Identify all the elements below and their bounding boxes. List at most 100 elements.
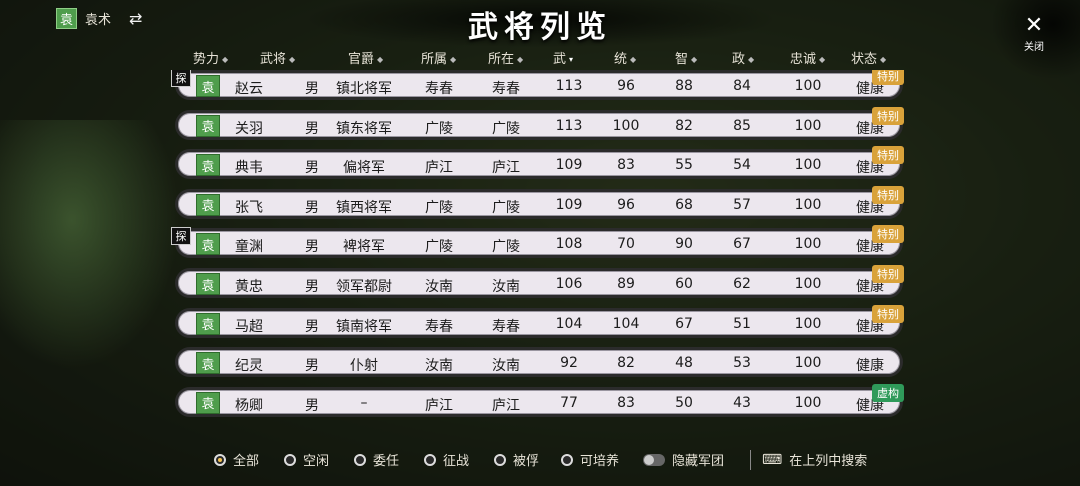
filter-option[interactable]: 征战 xyxy=(424,450,469,469)
stat-loyalty: 100 xyxy=(794,355,822,372)
special-tag: 特别 xyxy=(872,225,904,244)
faction-badge: 袁 xyxy=(196,114,220,137)
location: 汝南 xyxy=(492,358,520,375)
column-header[interactable]: 所在 ◆ xyxy=(488,48,523,67)
general-row[interactable]: 袁黄忠男领军都尉 汝南 汝南 106 89 60 62 100 健康 特别 xyxy=(175,265,904,298)
stat-lead: 89 xyxy=(617,276,635,292)
column-headers: 势力 ◆ 武将 ◆ 官爵 ◆ 所属 ◆ 所在 ◆ 武 ▾ 统 ◆ 智 ◆ 政 ◆ 忠诚 ◆ 状态 ◆ xyxy=(0,48,1080,68)
general-name: 典韦 xyxy=(235,160,263,177)
filter-label: 被俘 xyxy=(513,454,540,469)
faction-badge: 袁 xyxy=(196,154,220,177)
faction-badge: 袁 xyxy=(196,75,220,97)
gender: 男 xyxy=(305,160,319,177)
general-list[interactable]: 袁赵云男镇北将军 寿春 寿春 113 96 88 84 100 健康 特别探袁关羽男镇东将军 广陵广… xyxy=(0,70,1080,440)
special-tag: 特别 xyxy=(872,265,904,283)
radio-button[interactable] xyxy=(214,453,226,466)
column-header-label: 政 xyxy=(732,52,746,67)
toggle-switch[interactable] xyxy=(643,453,665,466)
stat-loyalty: 100 xyxy=(794,315,822,332)
general-row[interactable]: 袁童渊男裨将军 广陵 广陵 108 70 90 67 100 健康 特别探 xyxy=(171,225,904,259)
filter-option[interactable]: 空闲 xyxy=(284,450,329,469)
gender: 男 xyxy=(305,397,319,414)
filter-label: 全部 xyxy=(233,454,260,469)
hide-army-toggle[interactable]: 隐藏军团 xyxy=(643,450,724,469)
column-header-label: 官爵 xyxy=(348,52,375,67)
column-header[interactable]: 武将 ◆ xyxy=(260,48,295,67)
stat-war: 108 xyxy=(555,236,583,253)
general-row[interactable]: 袁赵云男镇北将军 寿春 寿春 113 96 88 84 100 健康 特别探 xyxy=(171,70,904,100)
radio-button[interactable] xyxy=(494,453,506,466)
location: 寿春 xyxy=(492,81,520,97)
stat-lead: 100 xyxy=(612,117,640,134)
rank: 镇西将军 xyxy=(336,199,392,216)
stat-intel: 90 xyxy=(675,236,693,253)
stat-intel: 82 xyxy=(675,117,693,134)
faction-badge: 袁 xyxy=(196,352,220,375)
filter-label: 空闲 xyxy=(303,454,330,469)
radio-button[interactable] xyxy=(354,453,366,466)
column-header[interactable]: 统 ◆ xyxy=(614,48,636,67)
general-name: 关羽 xyxy=(235,120,263,137)
stat-loyalty: 100 xyxy=(794,117,822,134)
rank: 镇东将军 xyxy=(336,120,392,137)
status: 健康 xyxy=(856,358,884,375)
radio-button[interactable] xyxy=(561,453,573,466)
filter-option[interactable]: 被俘 xyxy=(494,450,539,469)
column-header[interactable]: 状态 ◆ xyxy=(851,48,886,67)
special-tag: 特别 xyxy=(872,304,904,323)
stat-war: 106 xyxy=(555,276,583,292)
column-header[interactable]: 智 ◆ xyxy=(675,48,697,67)
location: 庐江 xyxy=(492,160,520,177)
gender: 男 xyxy=(305,279,319,295)
column-header-label: 所在 xyxy=(488,52,515,67)
stat-politics: 53 xyxy=(733,355,751,372)
general-row[interactable]: 袁关羽男镇东将军 广陵 广陵 113 100 82 85 100 健康 特别 xyxy=(175,106,904,140)
column-header[interactable]: 势力 ◆ xyxy=(193,48,228,67)
stat-lead: 83 xyxy=(617,394,635,411)
search-label: 在上列中搜索 xyxy=(789,454,868,469)
location: 寿春 xyxy=(492,318,520,335)
radio-button[interactable] xyxy=(424,453,436,466)
rank: 偏将军 xyxy=(343,160,385,177)
filter-label: 征战 xyxy=(443,454,470,469)
search-button[interactable]: ⌨ 在上列中搜索 xyxy=(762,450,868,470)
belong: 寿春 xyxy=(425,318,453,335)
column-header-label: 状态 xyxy=(851,52,878,67)
stat-intel: 48 xyxy=(675,355,693,372)
stat-lead: 96 xyxy=(617,78,635,94)
stat-loyalty: 100 xyxy=(794,196,822,213)
rank: 领军都尉 xyxy=(336,279,392,295)
sort-icon: ◆ xyxy=(630,55,637,64)
stat-war: 113 xyxy=(555,78,583,94)
stat-politics: 54 xyxy=(733,157,751,174)
sort-icon: ◆ xyxy=(377,55,384,64)
stat-intel: 50 xyxy=(675,394,693,411)
special-tag: 特别 xyxy=(872,106,904,125)
column-header-label: 武将 xyxy=(260,52,287,67)
filter-option[interactable]: 可培养 xyxy=(561,450,619,469)
faction-badge: 袁 xyxy=(196,273,220,295)
stat-war: 104 xyxy=(555,315,583,332)
column-header[interactable]: 武 ▾ xyxy=(553,48,573,67)
filter-option[interactable]: 委任 xyxy=(354,450,399,469)
general-name: 马超 xyxy=(235,318,263,335)
stat-lead: 70 xyxy=(617,236,635,253)
location: 广陵 xyxy=(492,199,520,216)
column-header[interactable]: 政 ◆ xyxy=(732,48,754,67)
column-header[interactable]: 所属 ◆ xyxy=(421,48,456,67)
general-row[interactable]: 袁马超男镇南将军 寿春 寿春 104 104 67 51 100 健康 特别 xyxy=(175,304,904,338)
sort-icon: ◆ xyxy=(289,55,296,64)
belong: 庐江 xyxy=(425,160,453,177)
belong: 广陵 xyxy=(425,239,453,256)
general-row[interactable]: 袁杨卿男 – 庐江 庐江 77 83 50 43 100 健康 虚构 xyxy=(175,383,904,417)
column-header[interactable]: 官爵 ◆ xyxy=(348,48,383,67)
filter-label: 委任 xyxy=(373,454,400,469)
column-header[interactable]: 忠诚 ◆ xyxy=(790,48,825,67)
filter-option[interactable]: 全部 xyxy=(214,450,259,469)
general-row[interactable]: 袁张飞男镇西将军 广陵 广陵 109 96 68 57 100 健康 特别 xyxy=(175,185,904,219)
rank: – xyxy=(360,394,368,411)
gender: 男 xyxy=(305,358,319,375)
general-row[interactable]: 袁纪灵 男 仆射 汝南 汝南 92 82 48 53 100 健康 xyxy=(175,347,903,378)
general-row[interactable]: 袁典韦男偏将军 庐江 庐江 109 83 55 54 100 健康 特别 xyxy=(175,146,904,180)
radio-button[interactable] xyxy=(284,453,296,466)
